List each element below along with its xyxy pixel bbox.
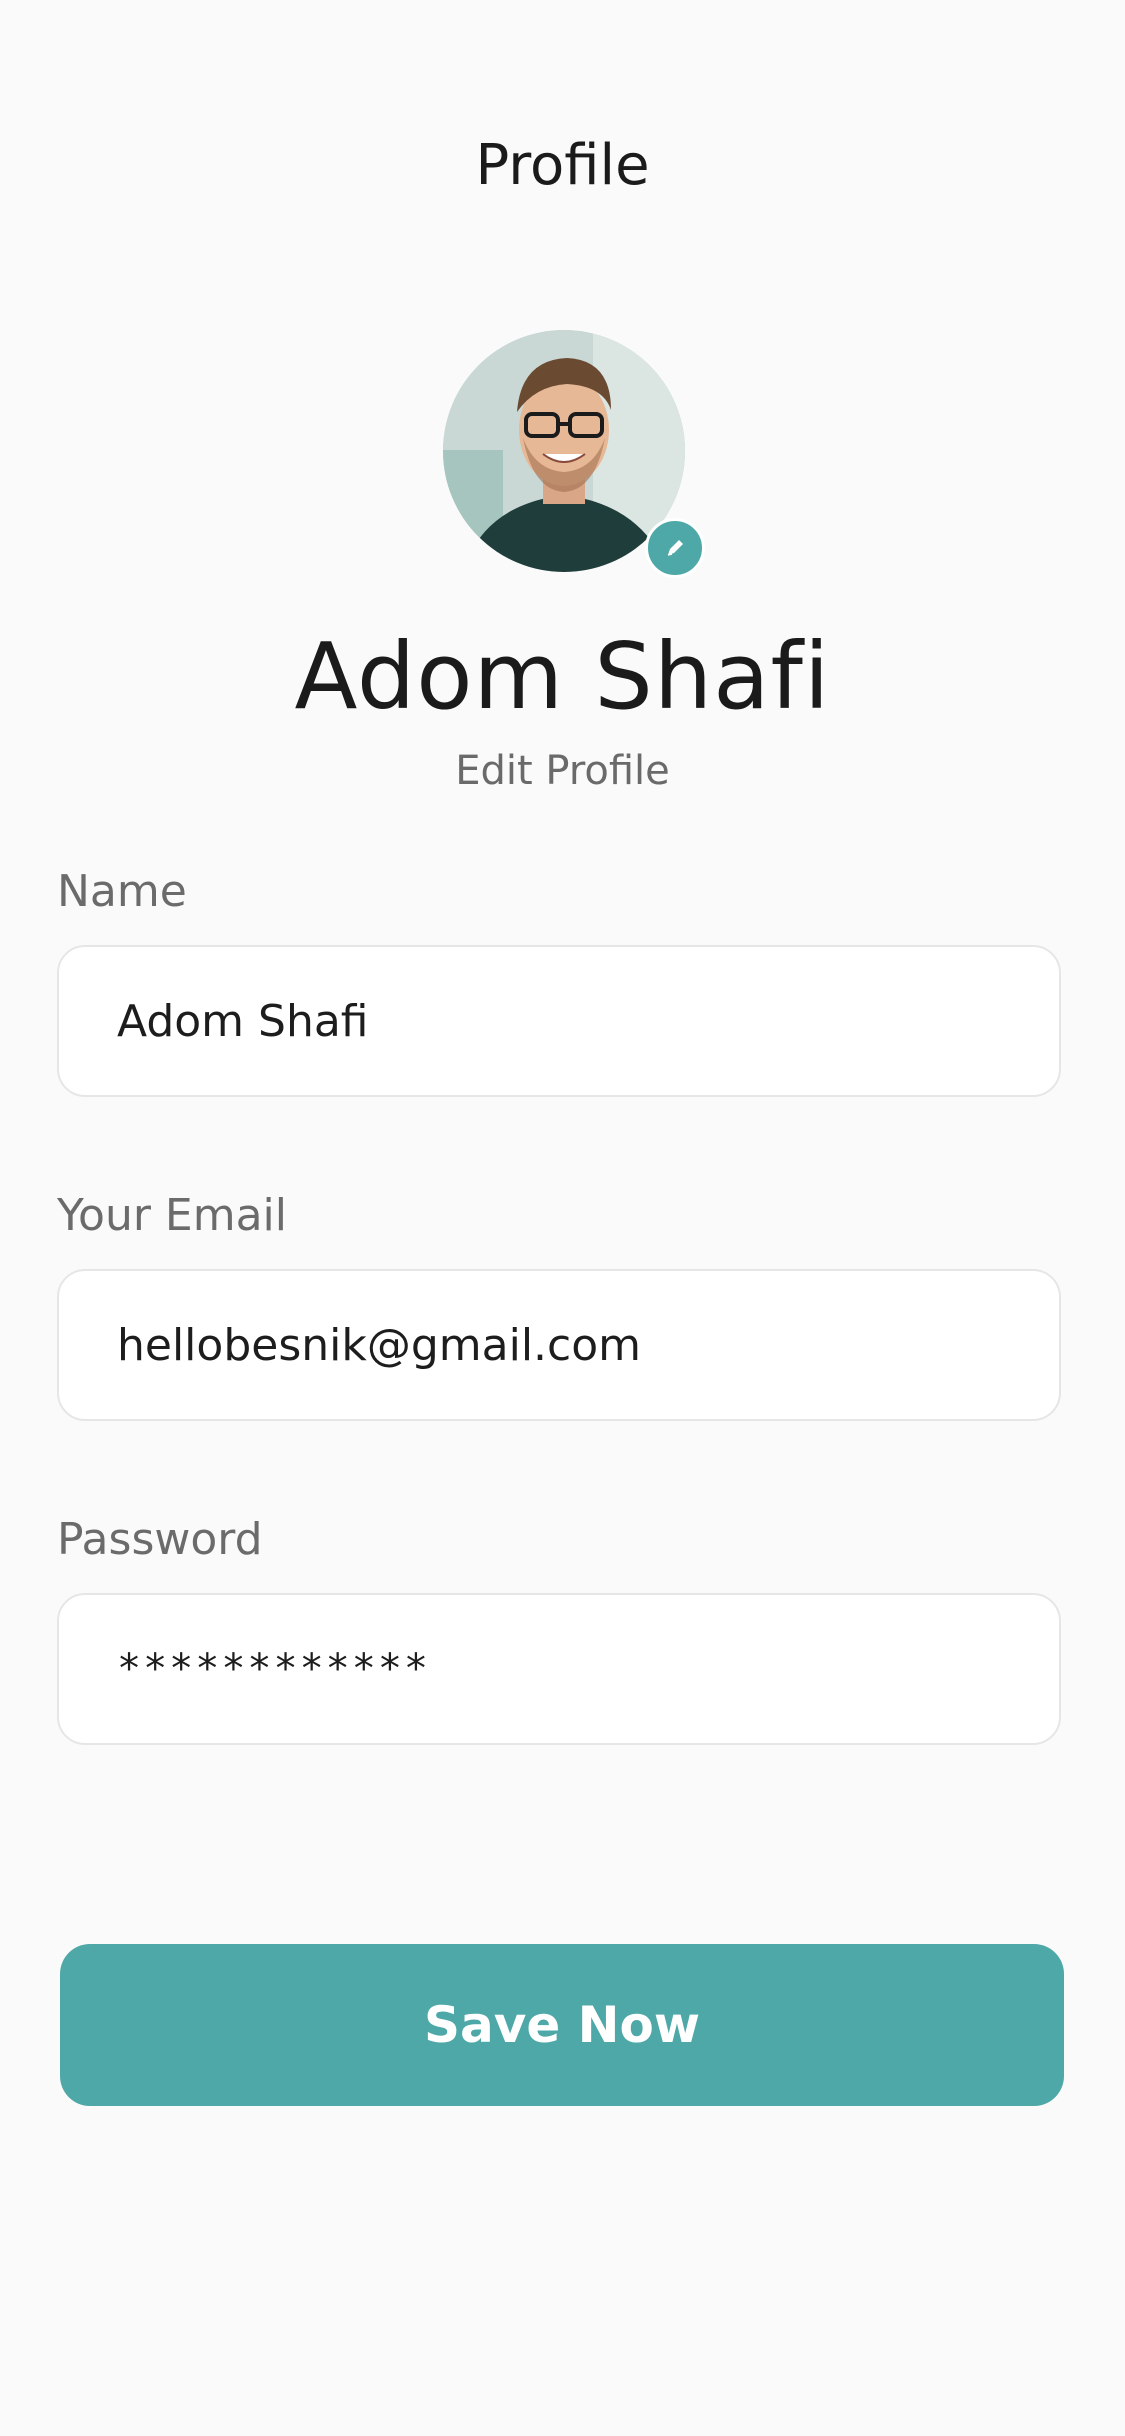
save-button[interactable]: Save Now [60, 1944, 1064, 2106]
profile-name: Adom Shafi [294, 623, 831, 730]
password-label: Password [57, 1514, 263, 1565]
page-title: Profile [475, 133, 650, 198]
edit-avatar-button[interactable] [645, 518, 705, 578]
name-field[interactable]: Adom Shafi [57, 945, 1061, 1097]
email-field[interactable]: hellobesnik@gmail.com [57, 1269, 1061, 1421]
edit-profile-link[interactable]: Edit Profile [0, 743, 1125, 799]
email-label: Your Email [57, 1190, 287, 1241]
password-field[interactable]: ************ [57, 1593, 1061, 1745]
pencil-icon [667, 540, 683, 556]
avatar-container [443, 330, 705, 578]
name-label: Name [57, 866, 187, 917]
